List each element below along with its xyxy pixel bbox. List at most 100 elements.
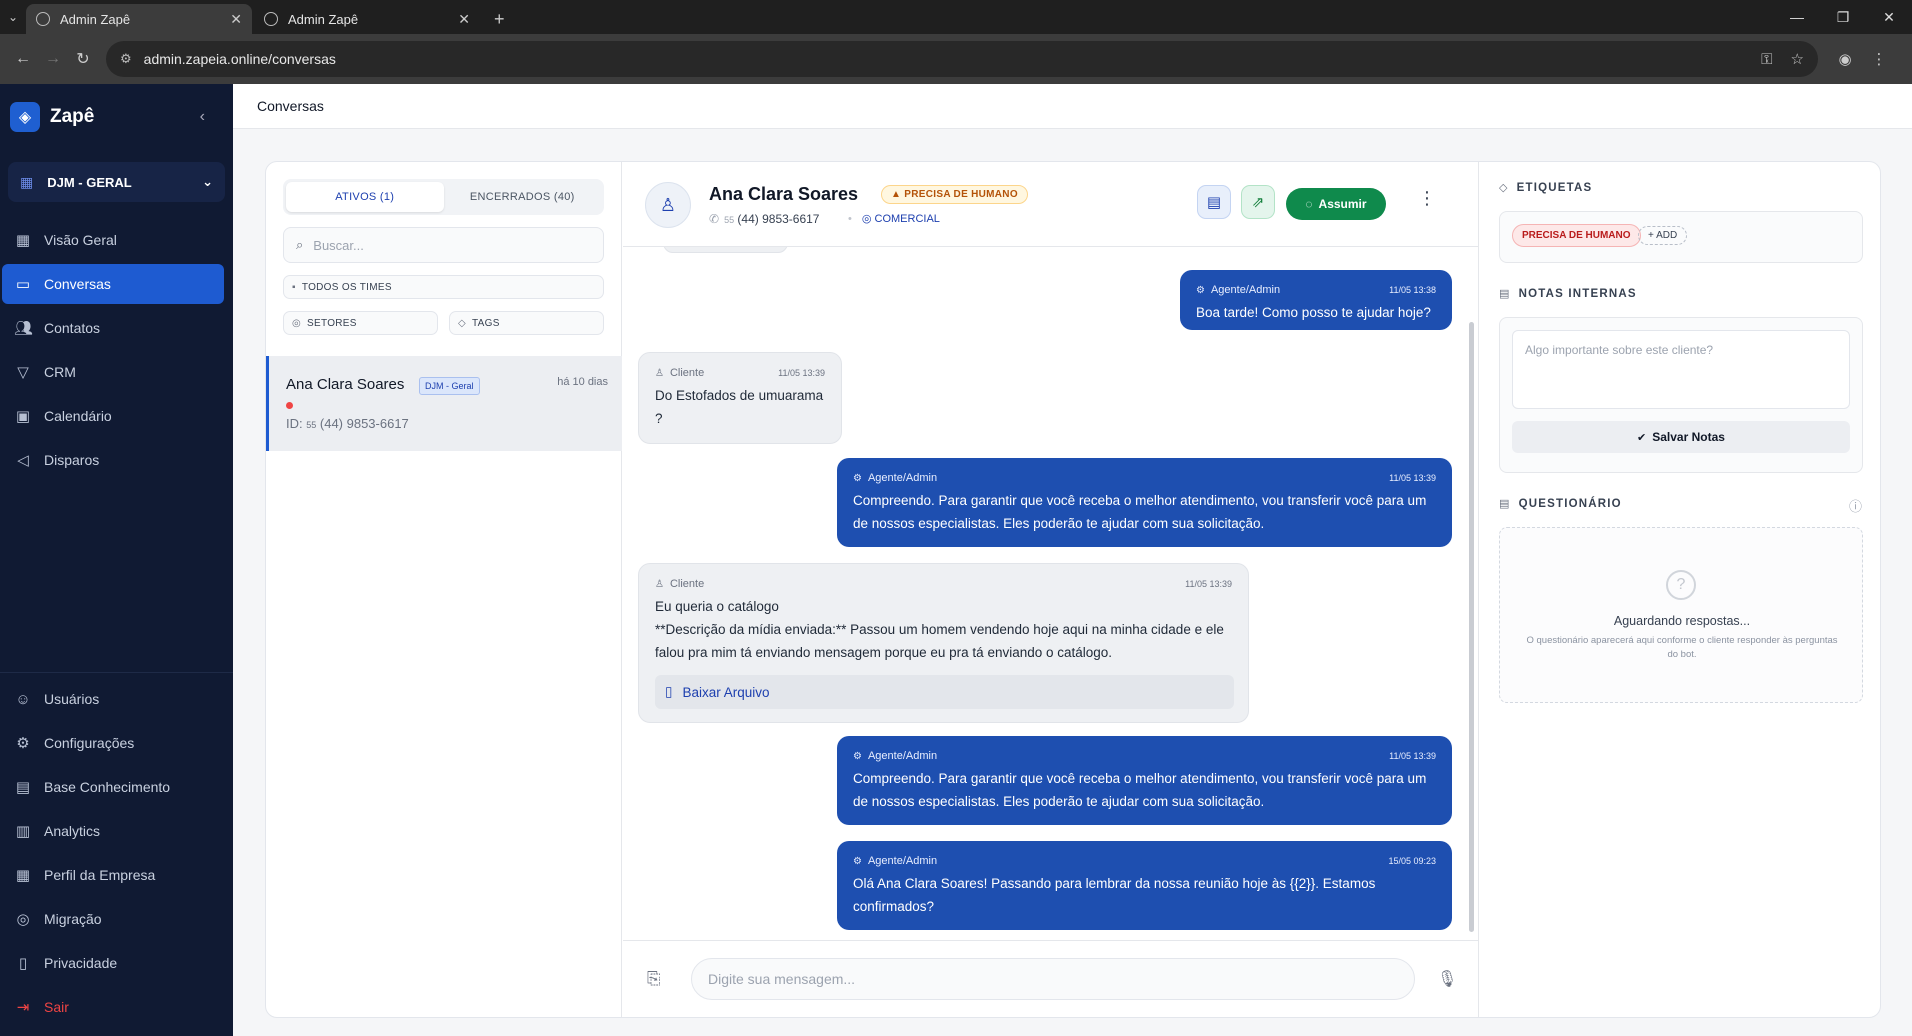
- tab-encerrados[interactable]: ENCERRADOS (40): [444, 182, 602, 212]
- message-placeholder: Digite sua mensagem...: [708, 971, 856, 987]
- building-icon: ▦: [15, 867, 31, 884]
- sector-icon: ◎: [861, 213, 875, 225]
- layout-toggle-button[interactable]: ▤: [1197, 185, 1231, 219]
- sidebar-item-privacidade[interactable]: ▯ Privacidade: [0, 943, 225, 983]
- conversation-item[interactable]: Ana Clara Soares DJM - Geral há 10 dias …: [266, 356, 622, 451]
- save-notes-button[interactable]: ✔ Salvar Notas: [1512, 421, 1850, 453]
- sidebar-item-label: Disparos: [44, 452, 100, 468]
- notes-placeholder: Algo importante sobre este cliente?: [1525, 343, 1714, 357]
- filter-icon: ▽: [17, 364, 29, 381]
- sidebar-item-base-conhecimento[interactable]: ▤ Base Conhecimento: [0, 767, 225, 807]
- tab-title: Admin Zapê: [288, 11, 359, 27]
- sidebar-item-label: Conversas: [44, 276, 111, 292]
- brand: ◈ Zapê ‹: [0, 84, 233, 150]
- sidebar-item-label: Contatos: [44, 320, 101, 336]
- alert-icon: ▲: [891, 189, 905, 200]
- tab-ativos[interactable]: ATIVOS (1): [286, 182, 444, 212]
- open-external-button[interactable]: ⇗: [1241, 185, 1275, 219]
- close-icon[interactable]: ✕: [458, 11, 470, 28]
- phone-icon: ✆: [709, 212, 720, 226]
- browser-tab-1[interactable]: Admin Zapê ✕: [26, 4, 252, 34]
- restore-icon[interactable]: ❐: [1820, 0, 1866, 34]
- notes-section-title: ▤ NOTAS INTERNAS: [1499, 287, 1637, 301]
- sidebar-item-label: Privacidade: [44, 955, 118, 971]
- team-badge: DJM - Geral: [419, 377, 480, 395]
- sidebar-item-label: Base Conhecimento: [44, 779, 171, 795]
- more-options-icon[interactable]: ⋮: [1418, 188, 1436, 209]
- sectors-filter[interactable]: ◎ SETORES: [283, 311, 438, 335]
- browser-menu-icon[interactable]: ⋮: [1862, 50, 1896, 68]
- sidebar-item-analytics[interactable]: ▥ Analytics: [0, 811, 225, 851]
- attach-icon[interactable]: ⎘: [647, 969, 661, 989]
- tag-chip[interactable]: PRECISA DE HUMANO: [1512, 224, 1641, 247]
- document-icon: ▯: [18, 955, 28, 972]
- sidebar-item-label: Sair: [44, 999, 69, 1015]
- sidebar-item-sair[interactable]: ⇥ Sair: [0, 987, 225, 1027]
- sidebar-item-migracao[interactable]: ◎ Migração: [0, 899, 225, 939]
- sidebar-item-contatos[interactable]: 👥︎ Contatos: [0, 308, 225, 348]
- database-icon: ◎: [16, 911, 30, 928]
- sidebar-item-label: Analytics: [44, 823, 101, 839]
- sidebar-item-configuracoes[interactable]: ⚙ Configurações: [0, 723, 225, 763]
- sidebar-item-conversas[interactable]: ▭ Conversas: [2, 264, 224, 304]
- sidebar-item-label: Calendário: [44, 408, 112, 424]
- download-file-button[interactable]: ▯ Baixar Arquivo: [655, 675, 1234, 709]
- org-selector[interactable]: ▦ DJM - GERAL ⌄: [8, 162, 225, 202]
- page-title: Conversas: [257, 98, 324, 114]
- teams-filter[interactable]: ▪ TODOS OS TIMES: [283, 275, 604, 299]
- reload-icon[interactable]: ↻: [68, 44, 98, 74]
- message-agent: ⚙ Agente/Admin 15/05 09:23 Olá Ana Clara …: [837, 841, 1452, 930]
- sidebar-item-calendario[interactable]: ▣ Calendário: [0, 396, 225, 436]
- sidebar-item-usuarios[interactable]: ☺ Usuários: [0, 679, 225, 719]
- password-key-icon[interactable]: ⚿: [1761, 51, 1772, 68]
- sidebar-item-visao-geral[interactable]: ▦ Visão Geral: [0, 220, 225, 260]
- forward-icon[interactable]: →: [38, 44, 68, 74]
- notes-textarea[interactable]: Algo importante sobre este cliente?: [1512, 330, 1850, 409]
- conversation-list-panel: ATIVOS (1) ENCERRADOS (40) ⌕ Buscar... ▪…: [266, 162, 622, 1017]
- chat-header: ♙ Ana Clara Soares ▲ PRECISA DE HUMANO ✆…: [623, 162, 1478, 247]
- notes-icon: ▤: [1499, 288, 1511, 300]
- brand-name: Zapê: [50, 106, 95, 127]
- site-settings-icon[interactable]: ⚙: [120, 51, 132, 67]
- quiz-section-title: ▤ QUESTIONÁRIO: [1499, 497, 1622, 511]
- conversations-card: ATIVOS (1) ENCERRADOS (40) ⌕ Buscar... ▪…: [265, 161, 1881, 1018]
- tab-search-icon[interactable]: ⌄: [0, 0, 26, 34]
- user-icon: ☺: [15, 690, 31, 708]
- sidebar-item-disparos[interactable]: ◁ Disparos: [0, 440, 225, 480]
- chat-scrollbar[interactable]: [1469, 322, 1474, 932]
- close-icon[interactable]: ✕: [230, 11, 242, 28]
- layout-icon: ▤: [1206, 194, 1222, 211]
- search-placeholder: Buscar...: [313, 237, 364, 253]
- status-tabs: ATIVOS (1) ENCERRADOS (40): [283, 179, 604, 215]
- sidebar-item-perfil-empresa[interactable]: ▦ Perfil da Empresa: [0, 855, 225, 895]
- conversation-time: há 10 dias: [557, 376, 608, 388]
- chat-icon: ▭: [15, 276, 31, 293]
- add-tag-button[interactable]: + ADD: [1638, 226, 1688, 245]
- sidebar-item-crm[interactable]: ▽ CRM: [0, 352, 225, 392]
- tags-filter[interactable]: ◇ TAGS: [449, 311, 604, 335]
- tags-section-title: ◇ ETIQUETAS: [1499, 181, 1593, 195]
- tag-icon: ◇: [1499, 182, 1509, 194]
- new-tab-button[interactable]: +: [482, 4, 517, 34]
- dashboard-icon: ▦: [15, 232, 31, 249]
- search-input[interactable]: ⌕ Buscar...: [283, 227, 604, 263]
- info-icon[interactable]: ⓘ: [1849, 496, 1862, 515]
- file-icon: ▯: [665, 684, 673, 699]
- message-list[interactable]: ⚙ Agente/Admin 11/05 13:38 Boa tarde! Com…: [623, 247, 1478, 940]
- back-icon[interactable]: ←: [8, 44, 38, 74]
- bottom-nav: ☺ Usuários ⚙ Configurações ▤ Base Conhecime…: [0, 672, 233, 1031]
- sidebar-item-label: Migração: [44, 911, 102, 927]
- assume-button[interactable]: ◌ Assumir: [1286, 188, 1386, 220]
- browser-tab-2[interactable]: Admin Zapê ✕: [254, 4, 480, 34]
- url-field[interactable]: ⚙ admin.zapeia.online/conversas ⚿ ☆: [106, 41, 1818, 77]
- contact-name: Ana Clara Soares: [709, 184, 859, 204]
- book-icon: ▤: [15, 779, 31, 796]
- message-input[interactable]: Digite sua mensagem...: [691, 958, 1415, 1000]
- address-bar: ← → ↻ ⚙ admin.zapeia.online/conversas ⚿ …: [0, 34, 1912, 84]
- collapse-sidebar-icon[interactable]: ‹: [200, 108, 205, 126]
- microphone-icon[interactable]: 🎙︎: [1437, 969, 1457, 989]
- bookmark-star-icon[interactable]: ☆: [1791, 50, 1804, 68]
- close-window-icon[interactable]: ✕: [1866, 0, 1912, 34]
- profile-icon[interactable]: ◉: [1828, 50, 1862, 68]
- minimize-icon[interactable]: —: [1774, 0, 1820, 34]
